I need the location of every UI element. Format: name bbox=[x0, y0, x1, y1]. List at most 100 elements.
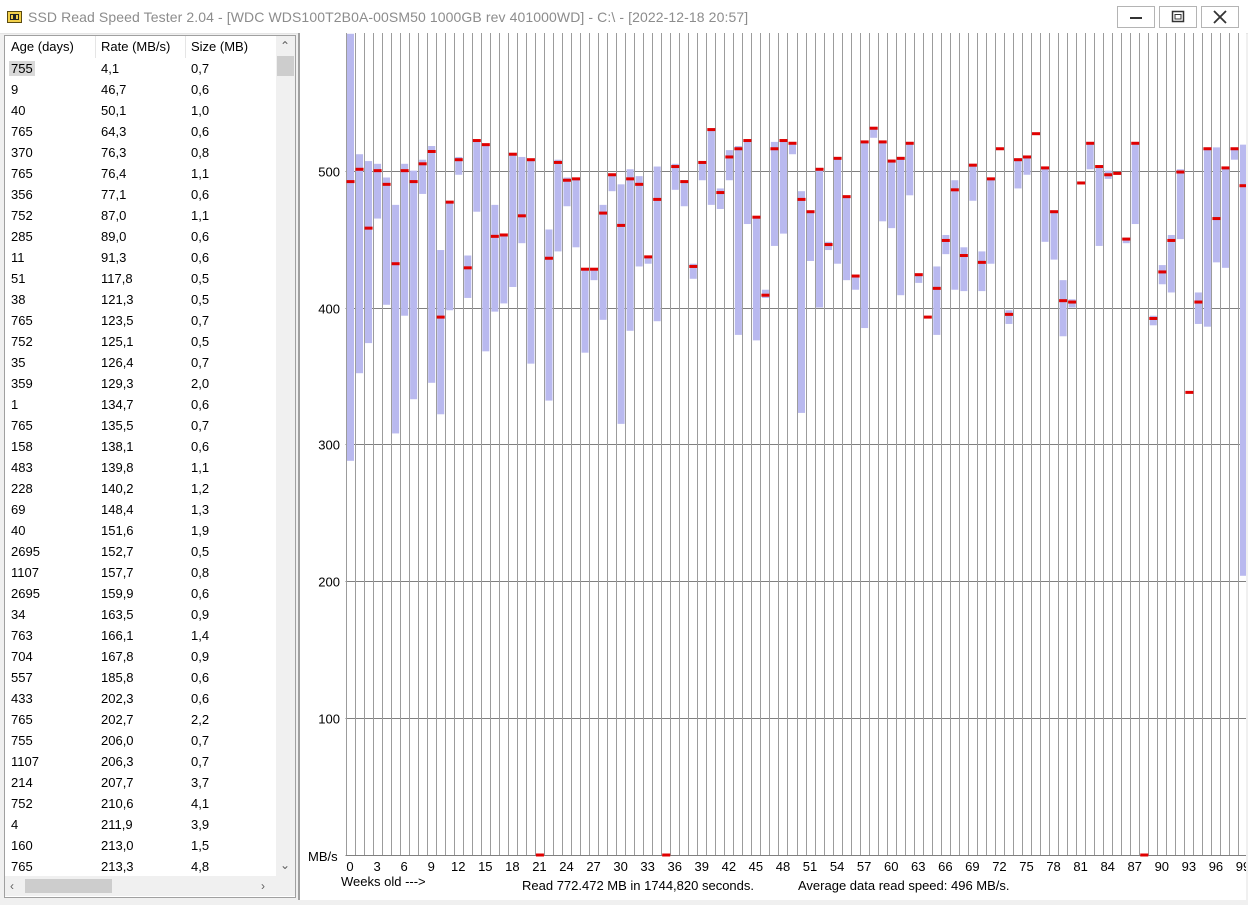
table-row[interactable]: 752 125,1 0,5 bbox=[5, 331, 276, 352]
table-row[interactable]: 755 206,0 0,7 bbox=[5, 730, 276, 751]
table-row[interactable]: 38 121,3 0,5 bbox=[5, 289, 276, 310]
week-mean-marker bbox=[1095, 165, 1104, 169]
week-mean-marker bbox=[869, 126, 878, 130]
table-row[interactable]: 765 123,5 0,7 bbox=[5, 310, 276, 331]
table-row[interactable]: 557 185,8 0,6 bbox=[5, 667, 276, 688]
cell-age: 1107 bbox=[11, 754, 39, 769]
table-row[interactable]: 214 207,7 3,7 bbox=[5, 772, 276, 793]
x-tick-label: 51 bbox=[803, 859, 817, 874]
week-range-bar bbox=[428, 146, 436, 383]
week-range-bar bbox=[572, 178, 580, 248]
close-button[interactable] bbox=[1201, 6, 1239, 28]
column-divider[interactable] bbox=[95, 36, 96, 58]
week-mean-marker bbox=[1077, 181, 1086, 185]
cell-rate: 91,3 bbox=[101, 250, 127, 265]
week-mean-marker bbox=[1122, 237, 1131, 241]
cell-rate: 46,7 bbox=[101, 82, 127, 97]
cell-size: 1,9 bbox=[191, 523, 210, 538]
table-row[interactable]: 483 139,8 1,1 bbox=[5, 457, 276, 478]
table-row[interactable]: 40 50,1 1,0 bbox=[5, 100, 276, 121]
week-mean-marker bbox=[1149, 316, 1158, 320]
table-row[interactable]: 160 213,0 1,5 bbox=[5, 835, 276, 856]
minimize-button[interactable] bbox=[1117, 6, 1155, 28]
week-range-bar bbox=[707, 128, 715, 205]
x-tick-label: 3 bbox=[373, 859, 380, 874]
x-tick-label: 78 bbox=[1046, 859, 1060, 874]
table-row[interactable]: 765 135,5 0,7 bbox=[5, 415, 276, 436]
week-range-bar bbox=[464, 255, 472, 298]
table-row[interactable]: 765 76,4 1,1 bbox=[5, 163, 276, 184]
cell-age: 765 bbox=[11, 124, 33, 139]
table-row[interactable]: 9 46,7 0,6 bbox=[5, 79, 276, 100]
table-row[interactable]: 4 211,9 3,9 bbox=[5, 814, 276, 835]
cell-age: 2695 bbox=[11, 544, 40, 559]
week-mean-marker bbox=[968, 163, 977, 167]
table-row[interactable]: 158 138,1 0,6 bbox=[5, 436, 276, 457]
table-row[interactable]: 765 213,3 4,8 bbox=[5, 856, 276, 877]
week-mean-marker bbox=[734, 147, 743, 151]
table-row[interactable]: 1107 206,3 0,7 bbox=[5, 751, 276, 772]
table-row[interactable]: 51 117,8 0,5 bbox=[5, 268, 276, 289]
horizontal-scrollbar[interactable]: ‹ › bbox=[5, 876, 276, 896]
table-row[interactable]: 704 167,8 0,9 bbox=[5, 646, 276, 667]
table-row[interactable]: 755 4,1 0,7 bbox=[5, 58, 276, 79]
list-rows: 755 4,1 0,7 9 46,7 0,6 40 50,1 1,0 765 64,3 0,6 370 7… bbox=[5, 58, 276, 877]
horizontal-scroll-thumb[interactable] bbox=[25, 879, 112, 893]
column-header-size[interactable]: Size (MB) bbox=[191, 39, 248, 54]
cell-size: 0,7 bbox=[191, 355, 210, 370]
table-row[interactable]: 285 89,0 0,6 bbox=[5, 226, 276, 247]
table-row[interactable]: 69 148,4 1,3 bbox=[5, 499, 276, 520]
table-row[interactable]: 752 210,6 4,1 bbox=[5, 793, 276, 814]
week-range-bar bbox=[563, 177, 571, 207]
cell-size: 3,7 bbox=[191, 775, 210, 790]
week-mean-marker bbox=[1176, 170, 1185, 174]
table-row[interactable]: 765 202,7 2,2 bbox=[5, 709, 276, 730]
cell-size: 0,6 bbox=[191, 586, 210, 601]
table-row[interactable]: 228 140,2 1,2 bbox=[5, 478, 276, 499]
table-row[interactable]: 359 129,3 2,0 bbox=[5, 373, 276, 394]
cell-rate: 151,6 bbox=[101, 523, 134, 538]
vertical-scroll-thumb[interactable] bbox=[277, 56, 294, 76]
maximize-button[interactable] bbox=[1159, 6, 1197, 28]
vertical-scrollbar[interactable]: ⌃ ⌄ bbox=[276, 36, 295, 876]
scroll-up-arrow-icon[interactable]: ⌃ bbox=[280, 40, 290, 52]
column-divider[interactable] bbox=[185, 36, 186, 58]
table-row[interactable]: 40 151,6 1,9 bbox=[5, 520, 276, 541]
table-row[interactable]: 1107 157,7 0,8 bbox=[5, 562, 276, 583]
table-row[interactable]: 763 166,1 1,4 bbox=[5, 625, 276, 646]
table-row[interactable]: 35 126,4 0,7 bbox=[5, 352, 276, 373]
cell-size: 0,8 bbox=[191, 565, 210, 580]
week-mean-marker bbox=[517, 214, 526, 218]
column-header-age[interactable]: Age (days) bbox=[11, 39, 74, 54]
table-row[interactable]: 34 163,5 0,9 bbox=[5, 604, 276, 625]
x-tick-label: 57 bbox=[857, 859, 871, 874]
table-row[interactable]: 2695 152,7 0,5 bbox=[5, 541, 276, 562]
column-header-rate[interactable]: Rate (MB/s) bbox=[101, 39, 170, 54]
week-mean-marker bbox=[608, 173, 617, 177]
week-mean-marker bbox=[761, 293, 770, 297]
table-row[interactable]: 11 91,3 0,6 bbox=[5, 247, 276, 268]
week-mean-marker bbox=[418, 162, 427, 166]
scroll-right-arrow-icon[interactable]: › bbox=[261, 880, 265, 892]
week-mean-marker bbox=[707, 128, 716, 132]
cell-age: 765 bbox=[11, 859, 33, 874]
table-row[interactable]: 433 202,3 0,6 bbox=[5, 688, 276, 709]
week-mean-marker bbox=[860, 140, 869, 144]
table-row[interactable]: 370 76,3 0,8 bbox=[5, 142, 276, 163]
x-tick-label: 18 bbox=[505, 859, 519, 874]
table-row[interactable]: 752 87,0 1,1 bbox=[5, 205, 276, 226]
week-mean-marker bbox=[923, 315, 932, 319]
maximize-icon bbox=[1171, 10, 1185, 23]
table-row[interactable]: 765 64,3 0,6 bbox=[5, 121, 276, 142]
scroll-down-arrow-icon[interactable]: ⌄ bbox=[280, 859, 290, 871]
cell-size: 0,6 bbox=[191, 229, 210, 244]
table-row[interactable]: 356 77,1 0,6 bbox=[5, 184, 276, 205]
scroll-left-arrow-icon[interactable]: ‹ bbox=[10, 880, 14, 892]
table-row[interactable]: 2695 159,9 0,6 bbox=[5, 583, 276, 604]
week-range-bar bbox=[734, 146, 742, 335]
week-range-bar bbox=[843, 196, 851, 281]
week-range-bar bbox=[401, 163, 409, 316]
table-row[interactable]: 1 134,7 0,6 bbox=[5, 394, 276, 415]
week-mean-marker bbox=[878, 140, 887, 144]
x-tick-label: 75 bbox=[1019, 859, 1033, 874]
